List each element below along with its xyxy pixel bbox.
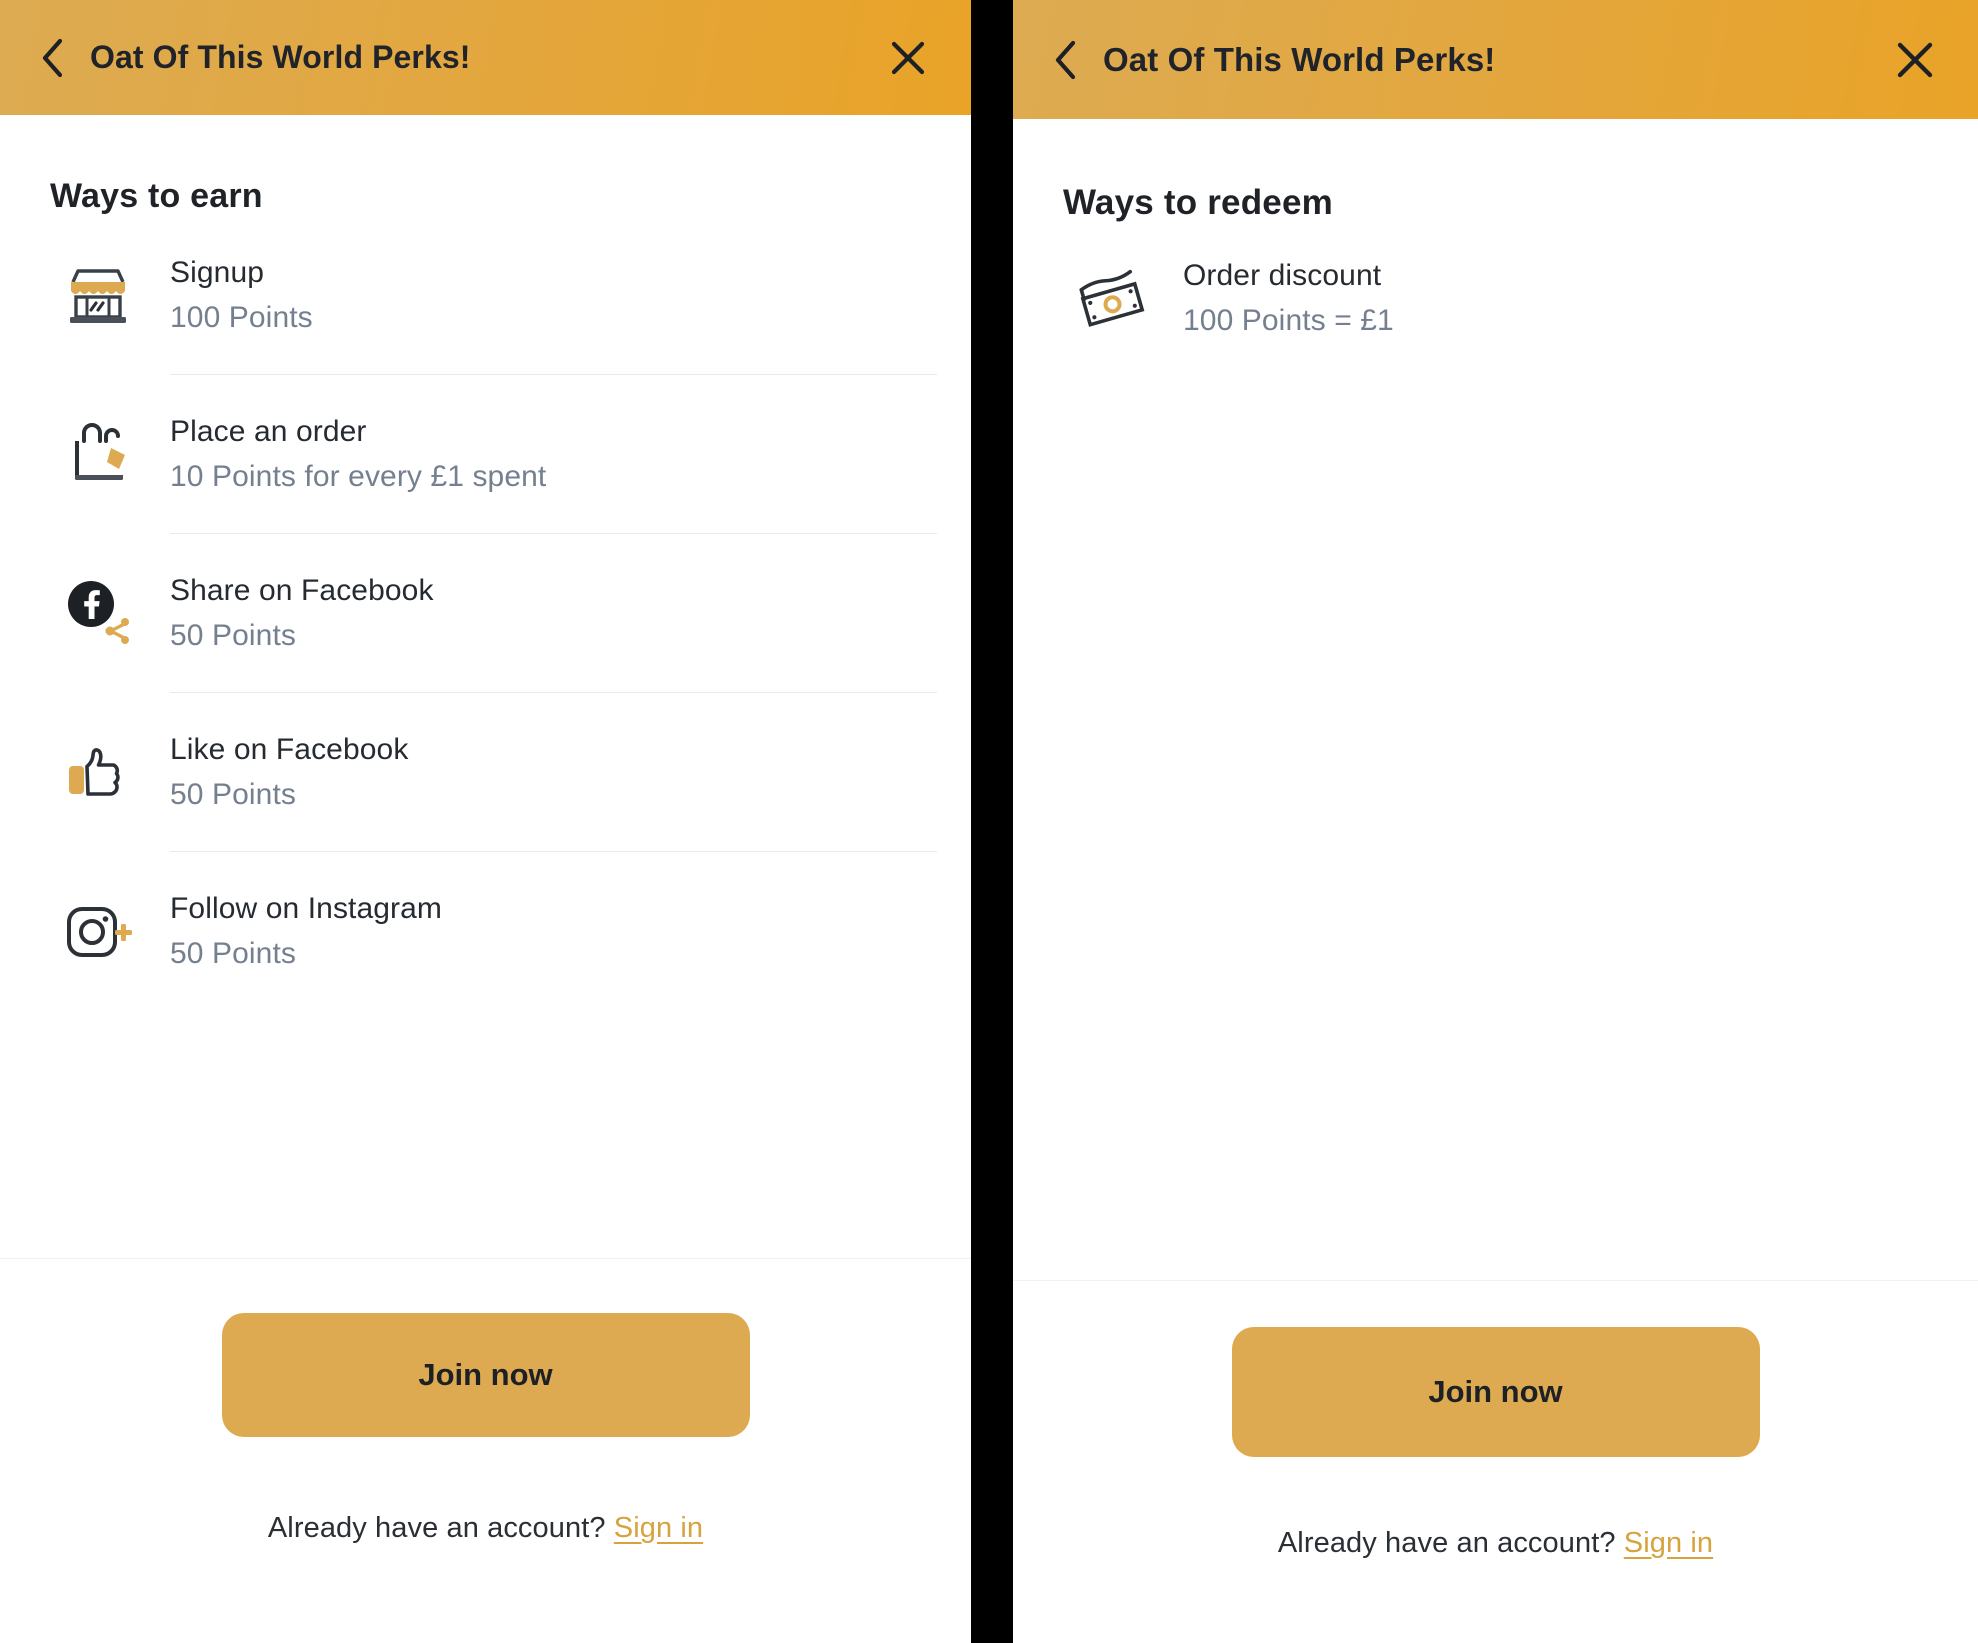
close-button[interactable]	[1888, 33, 1942, 87]
sign-in-link[interactable]: Sign in	[614, 1512, 703, 1544]
list-item-title: Like on Facebook	[170, 732, 409, 766]
list-item[interactable]: Follow on Instagram 50 Points	[0, 852, 971, 1010]
list-item-subtitle: 50 Points	[170, 618, 296, 652]
account-prompt: Already have an account? Sign in	[1278, 1527, 1713, 1560]
section-title-earn: Ways to earn	[50, 177, 263, 215]
shopping-bag-tag-icon	[52, 408, 144, 500]
list-item-subtitle: 100 Points = £1	[1183, 303, 1394, 337]
list-item[interactable]: Order discount 100 Points = £1	[1013, 223, 1978, 373]
dual-panel-screenshot: Oat Of This World Perks! Ways to earn Si…	[0, 0, 1978, 1643]
section-title-redeem: Ways to redeem	[1063, 183, 1333, 222]
instagram-plus-icon	[52, 885, 144, 977]
panel-body: Ways to earn Signup 100 Points Place an …	[0, 115, 971, 1258]
account-prompt: Already have an account? Sign in	[268, 1512, 703, 1545]
list-item-text: Signup 100 Points	[170, 253, 937, 337]
back-button[interactable]	[26, 31, 80, 85]
panel-separator	[971, 0, 1013, 1643]
list-item-text: Order discount 100 Points = £1	[1183, 256, 1944, 340]
list-item-title: Order discount	[1183, 258, 1382, 292]
panel-footer: Join now Already have an account? Sign i…	[0, 1258, 971, 1643]
list-item-title: Place an order	[170, 414, 367, 448]
page-title: Oat Of This World Perks!	[1103, 40, 1496, 78]
redeem-rows: Order discount 100 Points = £1	[1013, 223, 1978, 373]
list-item[interactable]: Place an order 10 Points for every £1 sp…	[0, 375, 971, 533]
panel-body: Ways to redeem Order discount 100 Points…	[1013, 119, 1978, 1280]
ways-to-redeem-panel: Oat Of This World Perks! Ways to redeem	[1013, 0, 1978, 1643]
page-title: Oat Of This World Perks!	[90, 39, 471, 75]
list-item-subtitle: 10 Points for every £1 spent	[170, 459, 547, 493]
close-button[interactable]	[881, 31, 935, 85]
list-item-text: Like on Facebook 50 Points	[170, 730, 937, 814]
join-now-button[interactable]: Join now	[1231, 1327, 1760, 1457]
list-item-title: Signup	[170, 255, 265, 289]
list-item[interactable]: Signup 100 Points	[0, 216, 971, 374]
thumbs-up-icon	[52, 726, 144, 818]
banknotes-icon	[1065, 252, 1157, 344]
list-item-text: Follow on Instagram 50 Points	[170, 889, 937, 973]
back-button[interactable]	[1039, 33, 1093, 87]
list-item-text: Share on Facebook 50 Points	[170, 571, 937, 655]
earn-rows: Signup 100 Points Place an order 10 Poin…	[0, 216, 971, 1010]
list-item-title: Share on Facebook	[170, 573, 434, 607]
list-item[interactable]: Like on Facebook 50 Points	[0, 693, 971, 851]
list-item[interactable]: Share on Facebook 50 Points	[0, 534, 971, 692]
join-now-button[interactable]: Join now	[221, 1313, 750, 1437]
sign-in-link[interactable]: Sign in	[1624, 1527, 1713, 1559]
account-prompt-text: Already have an account?	[1277, 1527, 1616, 1559]
panel-header: Oat Of This World Perks!	[0, 0, 971, 115]
list-item-subtitle: 50 Points	[170, 936, 296, 970]
facebook-share-icon	[52, 567, 144, 659]
account-prompt-text: Already have an account?	[267, 1512, 606, 1544]
list-item-subtitle: 50 Points	[170, 777, 296, 811]
list-item-text: Place an order 10 Points for every £1 sp…	[170, 412, 937, 496]
panel-header: Oat Of This World Perks!	[1013, 0, 1978, 119]
ways-to-earn-panel: Oat Of This World Perks! Ways to earn Si…	[0, 0, 971, 1643]
market-stall-icon	[52, 249, 144, 341]
list-item-title: Follow on Instagram	[170, 891, 443, 925]
list-item-subtitle: 100 Points	[170, 300, 313, 334]
panel-footer: Join now Already have an account? Sign i…	[1013, 1280, 1978, 1643]
